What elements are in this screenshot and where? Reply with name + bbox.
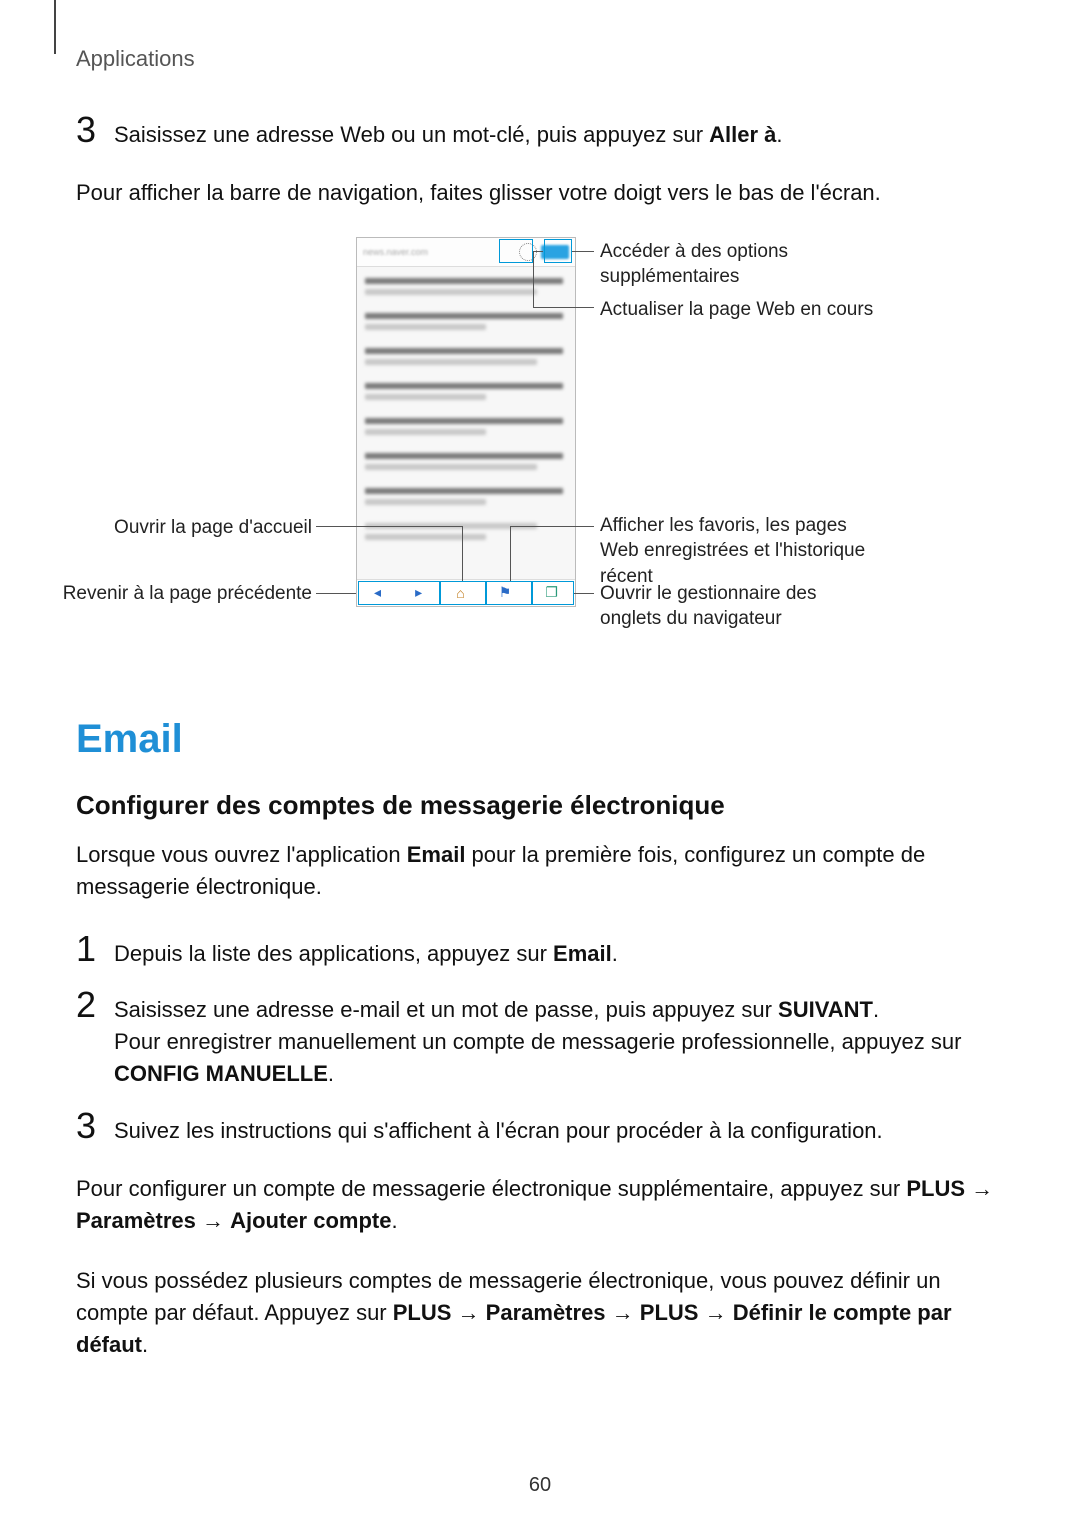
phone-url-bar: news.naver.com bbox=[357, 238, 575, 267]
step-number: 2 bbox=[76, 987, 114, 1023]
subsection-title: Configurer des comptes de messagerie éle… bbox=[76, 790, 1004, 821]
phone-content bbox=[357, 267, 575, 551]
default-account-paragraph: Si vous possédez plusieurs comptes de me… bbox=[76, 1265, 1004, 1361]
step-number: 1 bbox=[76, 931, 114, 967]
leader-line bbox=[532, 526, 594, 527]
callout-refresh: Actualiser la page Web en cours bbox=[600, 297, 873, 323]
plus-paragraph: Pour configurer un compte de messagerie … bbox=[76, 1173, 1004, 1237]
step-3-top: 3 Saisissez une adresse Web ou un mot-cl… bbox=[76, 112, 1004, 151]
refresh-icon bbox=[519, 243, 537, 261]
step-2: 2 Saisissez une adresse e-mail et un mot… bbox=[76, 987, 1004, 1090]
leader-line bbox=[574, 593, 594, 594]
intro-paragraph: Lorsque vous ouvrez l'application Email … bbox=[76, 839, 1004, 903]
forward-icon: ▸ bbox=[415, 584, 422, 601]
leader-line bbox=[356, 526, 462, 527]
leader-line bbox=[510, 526, 511, 581]
step-text: Saisissez une adresse Web ou un mot-clé,… bbox=[114, 119, 783, 151]
callout-tabs: Ouvrir le gestionnaire des onglets du na… bbox=[600, 581, 880, 632]
step-number: 3 bbox=[76, 112, 114, 148]
bookmark-icon: ⚑ bbox=[499, 584, 512, 601]
callout-bookmarks: Afficher les favoris, les pages Web enre… bbox=[600, 513, 880, 590]
running-header: Applications bbox=[76, 46, 1004, 72]
url-text: news.naver.com bbox=[363, 247, 515, 257]
step-text: Depuis la liste des applications, appuye… bbox=[114, 938, 618, 970]
page-number: 60 bbox=[0, 1474, 1080, 1497]
back-icon: ◂ bbox=[374, 584, 381, 601]
callout-more: Accéder à des options supplémentaires bbox=[600, 239, 880, 290]
manual-page: Applications 3 Saisissez une adresse Web… bbox=[0, 0, 1080, 1527]
left-margin-rule bbox=[54, 0, 56, 54]
step-text: Suivez les instructions qui s'affichent … bbox=[114, 1115, 883, 1147]
step-text: Saisissez une adresse e-mail et un mot d… bbox=[114, 994, 1004, 1090]
leader-line bbox=[316, 526, 356, 527]
leader-line bbox=[316, 593, 356, 594]
leader-line bbox=[533, 307, 594, 308]
callout-home: Ouvrir la page d'accueil bbox=[36, 515, 312, 541]
leader-line bbox=[462, 526, 463, 581]
leader-line bbox=[533, 251, 534, 307]
step-1: 1 Depuis la liste des applications, appu… bbox=[76, 931, 1004, 970]
phone-screenshot: news.naver.com bbox=[356, 237, 576, 607]
browser-figure: news.naver.com bbox=[76, 237, 1004, 657]
section-title-email: Email bbox=[76, 717, 1004, 762]
step-number: 3 bbox=[76, 1108, 114, 1144]
leader-line bbox=[510, 526, 532, 527]
leader-line bbox=[572, 251, 594, 252]
home-icon: ⌂ bbox=[456, 585, 464, 601]
more-button bbox=[541, 245, 569, 259]
tabs-icon: ❐ bbox=[545, 584, 558, 601]
callout-back: Revenir à la page précédente bbox=[36, 581, 312, 607]
leader-line bbox=[533, 251, 543, 252]
step-3: 3 Suivez les instructions qui s'affichen… bbox=[76, 1108, 1004, 1147]
nav-paragraph: Pour afficher la barre de navigation, fa… bbox=[76, 177, 1004, 209]
phone-bottom-nav: ◂ ▸ ⌂ ⚑ ❐ bbox=[357, 579, 575, 606]
